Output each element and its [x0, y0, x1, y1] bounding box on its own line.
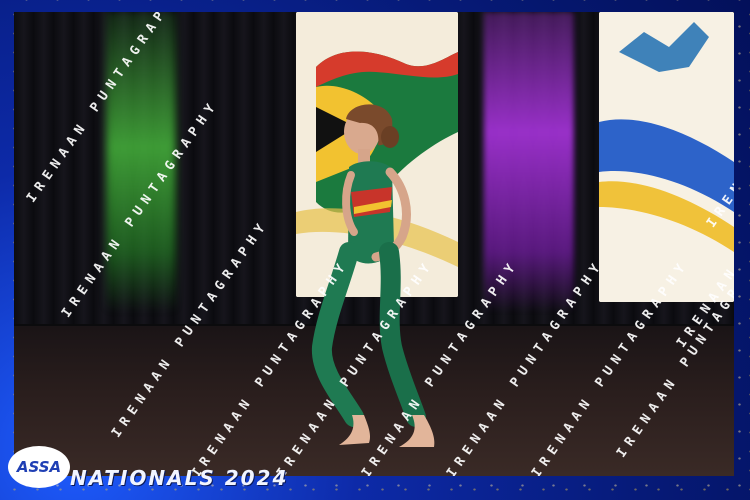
event-photo: IRENAAN PUNTAGRAPHY IRENAAN PUNTAGRAPHY …: [14, 12, 734, 476]
logo-text: ASSA: [16, 458, 62, 476]
dancer: [311, 104, 435, 447]
assa-logo: ASSA: [8, 446, 70, 488]
green-spotlight: [106, 12, 176, 312]
photo-frame: IRENAAN PUNTAGRAPHY IRENAAN PUNTAGRAPHY …: [0, 0, 750, 500]
purple-spotlight: [484, 12, 574, 312]
event-title: NATIONALS 2024: [70, 466, 289, 490]
right-banner: [599, 12, 734, 302]
